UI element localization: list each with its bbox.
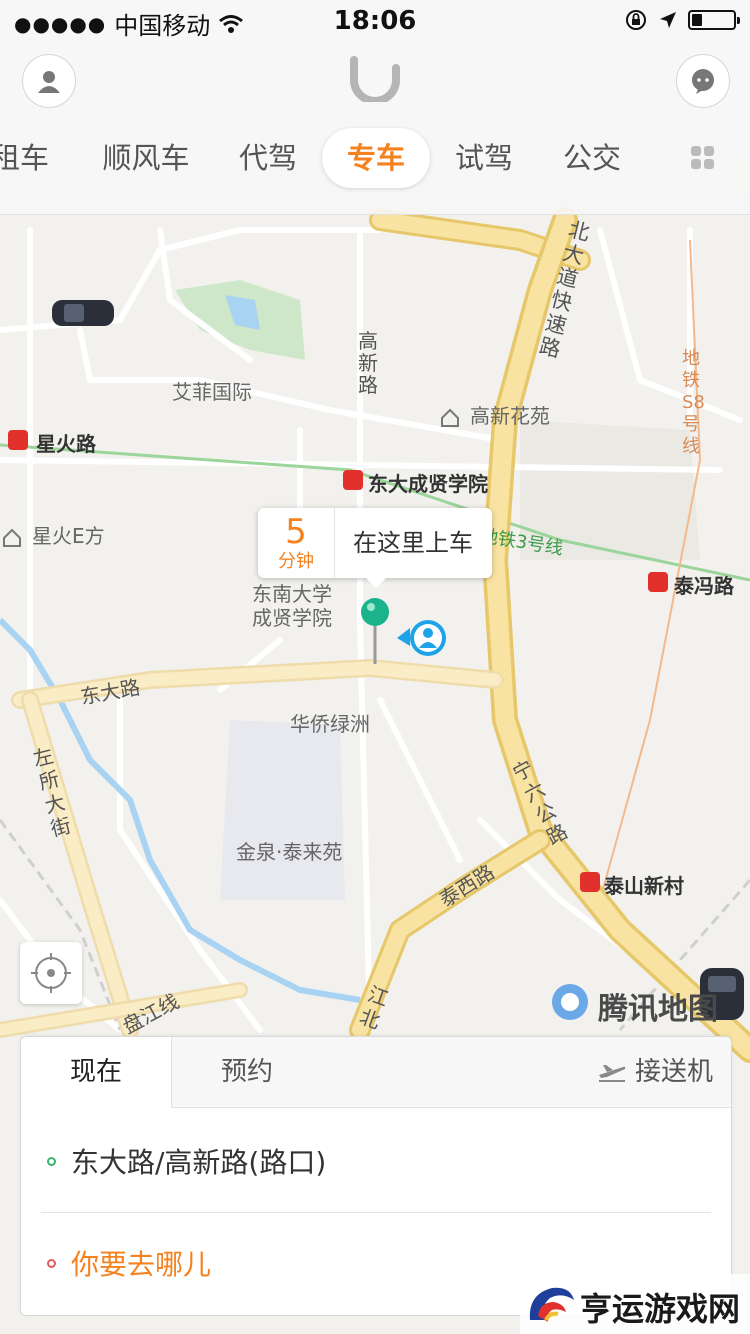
site-watermark-text: 亨运游戏网	[580, 1290, 741, 1328]
chat-icon	[692, 69, 714, 94]
message-button[interactable]	[676, 54, 730, 108]
eta-box: 5 分钟	[258, 508, 335, 578]
destination-dot-icon	[47, 1259, 56, 1268]
status-bar: ●●●●● 中国移动 18:06	[0, 0, 750, 40]
location-arrow-icon	[660, 12, 676, 28]
eta-value: 5	[285, 512, 307, 552]
map-station-label: 东大成贤学院	[368, 472, 488, 496]
tab-now[interactable]: 现在	[21, 1037, 172, 1108]
map-station-label: 泰冯路	[674, 574, 734, 598]
eta-unit: 分钟	[278, 551, 314, 572]
profile-button[interactable]	[22, 54, 76, 108]
car-icon	[52, 300, 114, 326]
dragon-logo-icon	[529, 1287, 574, 1322]
metro-station-icon	[648, 572, 668, 592]
site-watermark: 亨运游戏网	[520, 1274, 750, 1334]
map-station-label: 泰山新村	[604, 874, 684, 898]
destination-placeholder: 你要去哪儿	[71, 1248, 212, 1281]
airplane-icon	[598, 1065, 626, 1082]
airport-label: 接送机	[634, 1057, 713, 1087]
map-road-label: 高新路	[358, 329, 378, 397]
pickup-bubble[interactable]: 5 分钟 在这里上车	[258, 508, 492, 588]
card-divider	[41, 1212, 711, 1213]
map-station-label: 星火路	[36, 432, 96, 456]
metro-station-icon	[8, 430, 28, 450]
tab-rent-car[interactable]: 租车	[0, 128, 60, 188]
tab-hitch[interactable]: 顺风车	[96, 128, 196, 188]
rotation-lock-icon	[626, 10, 646, 30]
grid-icon	[691, 146, 714, 169]
header-divider	[0, 214, 750, 215]
map-label: 华侨绿洲	[290, 712, 370, 736]
origin-field[interactable]: 东大路/高新路(路口)	[21, 1113, 731, 1213]
user-icon	[38, 71, 60, 93]
tencent-map-logo-icon	[552, 984, 588, 1020]
didi-logo-icon	[350, 56, 400, 102]
locate-button[interactable]	[20, 942, 82, 1004]
tab-reserve[interactable]: 预约	[221, 1037, 273, 1107]
tab-test-drive[interactable]: 试驾	[442, 128, 526, 188]
map-label: 金泉·泰来苑	[236, 840, 343, 864]
service-tabs: 租车 顺风车 代驾 专车 试驾 公交	[0, 128, 750, 190]
map-label: 高新花苑	[470, 404, 550, 428]
tab-premier[interactable]: 专车	[322, 128, 430, 188]
map-label: 艾菲国际	[172, 380, 252, 404]
map-metro-label: 地铁S8号线	[682, 348, 705, 457]
origin-value: 东大路/高新路(路口)	[71, 1146, 327, 1179]
battery-icon	[688, 10, 740, 30]
tab-bus[interactable]: 公交	[550, 128, 634, 188]
map-watermark: 腾讯地图	[598, 992, 718, 1027]
more-services-button[interactable]	[676, 128, 730, 188]
map-label: 东南大学成贤学院	[252, 582, 332, 630]
metro-station-icon	[580, 872, 600, 892]
locate-icon	[31, 953, 71, 993]
map-label: 星火E方	[32, 524, 105, 548]
origin-dot-icon	[47, 1157, 56, 1166]
tab-airport[interactable]: 接送机	[597, 1037, 713, 1107]
metro-station-icon	[343, 470, 363, 490]
pickup-text: 在这里上车	[353, 529, 473, 557]
tab-designated-driver[interactable]: 代驾	[226, 128, 310, 188]
card-tabbar: 现在 预约 接送机	[21, 1037, 731, 1108]
